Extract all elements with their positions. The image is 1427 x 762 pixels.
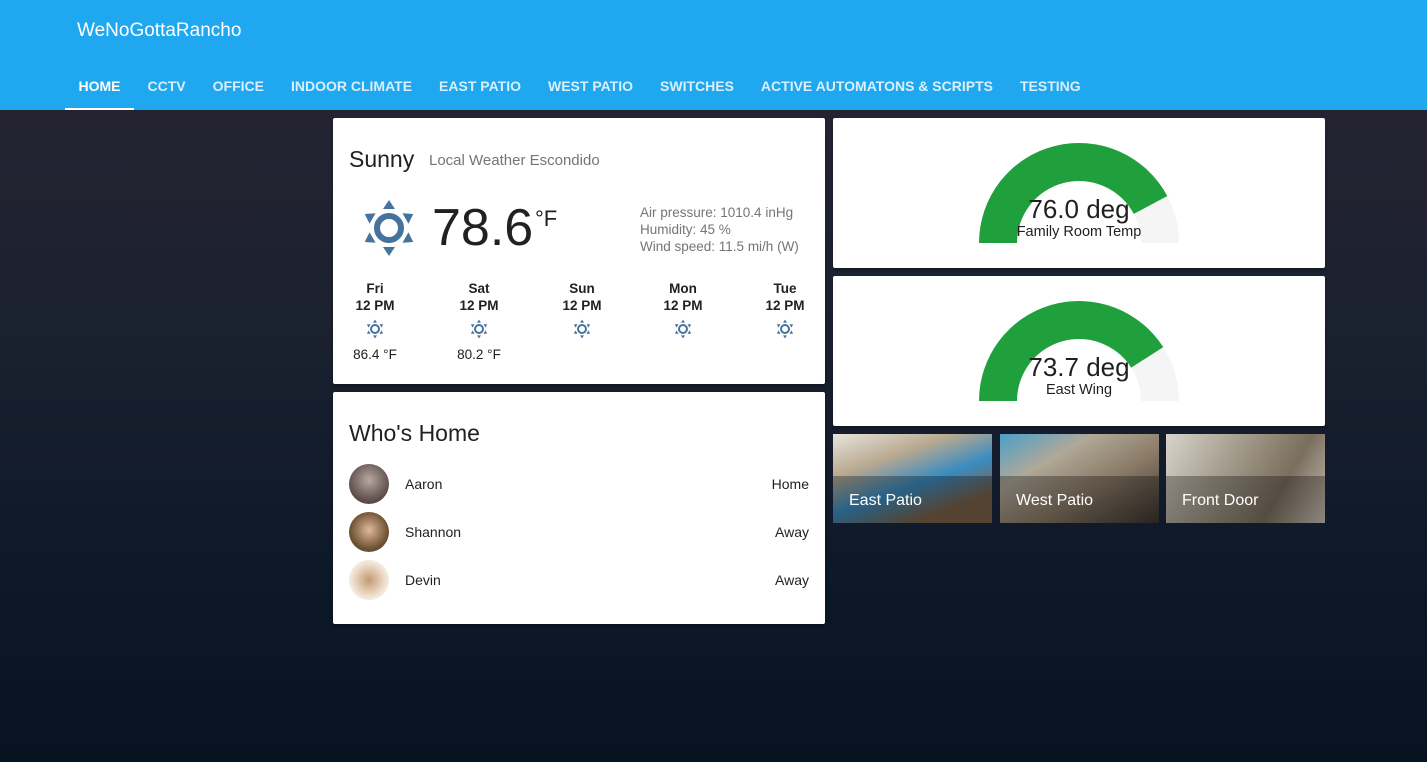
air-pressure: Air pressure: 1010.4 inHg <box>640 205 794 220</box>
person-row[interactable]: Devin Away <box>349 560 809 600</box>
temperature-unit: °F <box>535 206 558 231</box>
tab-switches[interactable]: SWITCHES <box>647 66 748 110</box>
forecast-item: Sun 12 PM <box>552 280 612 341</box>
app-title: WeNoGottaRancho <box>77 20 242 41</box>
current-temperature: 78.6 <box>432 199 534 257</box>
forecast-time: 12 PM <box>459 298 499 313</box>
camera-east-patio[interactable]: East Patio <box>833 434 992 523</box>
camera-label: Front Door <box>1166 476 1325 523</box>
person-state: Home <box>771 476 809 492</box>
forecast-item: Sat 12 PM 80.2 °F <box>449 280 509 362</box>
weather-card[interactable]: Sunny Local Weather Escondido 78.6 °F Ai… <box>333 118 825 384</box>
tab-home[interactable]: HOME <box>65 66 134 110</box>
avatar <box>349 560 389 600</box>
person-name: Devin <box>405 572 441 588</box>
sunny-icon <box>345 319 405 341</box>
gauge-card-family-room[interactable]: 76.0 deg Family Room Temp <box>833 118 1325 268</box>
humidity: Humidity: 45 % <box>640 222 731 237</box>
whos-home-card: Who's Home Aaron Home Shannon Away Devin Aw… <box>333 392 825 624</box>
camera-label: West Patio <box>1000 476 1159 523</box>
app-header: WeNoGottaRancho HOME CCTV OFFICE INDOOR … <box>0 0 1427 110</box>
forecast-time: 12 PM <box>663 298 703 313</box>
forecast-day: Fri <box>366 281 384 296</box>
gauge-label: East Wing <box>1045 382 1113 398</box>
avatar <box>349 464 389 504</box>
sunny-icon <box>552 319 612 341</box>
camera-front-door[interactable]: Front Door <box>1166 434 1325 523</box>
person-state: Away <box>775 572 809 588</box>
sunny-icon <box>755 319 815 341</box>
gauge-card-east-wing[interactable]: 73.7 deg East Wing <box>833 276 1325 426</box>
tab-office[interactable]: OFFICE <box>199 66 277 110</box>
weather-attributes: Air pressure: 1010.4 inHg Humidity: 45 %… <box>640 204 799 255</box>
tab-automations[interactable]: ACTIVE AUTOMATONS & SCRIPTS <box>747 66 1006 110</box>
forecast-item: Tue 12 PM <box>755 280 815 341</box>
person-row[interactable]: Shannon Away <box>349 512 809 552</box>
weather-name: Local Weather Escondido <box>429 152 600 169</box>
person-row[interactable]: Aaron Home <box>349 464 809 504</box>
camera-west-patio[interactable]: West Patio <box>1000 434 1159 523</box>
forecast-day: Mon <box>669 281 697 296</box>
forecast-temp: 80.2 °F <box>457 347 501 362</box>
tab-west-patio[interactable]: WEST PATIO <box>534 66 646 110</box>
tab-east-patio[interactable]: EAST PATIO <box>426 66 535 110</box>
forecast-day: Sat <box>468 281 490 296</box>
forecast-item: Fri 12 PM 86.4 °F <box>345 280 405 362</box>
gauge-arc <box>979 142 1179 243</box>
view-tabs: HOME CCTV OFFICE INDOOR CLIMATE EAST PAT… <box>65 66 1094 110</box>
gauge-arc <box>979 300 1179 401</box>
sunny-icon <box>359 198 419 263</box>
forecast-temp: 86.4 °F <box>353 347 397 362</box>
avatar <box>349 512 389 552</box>
forecast-time: 12 PM <box>765 298 805 313</box>
camera-label: East Patio <box>833 476 992 523</box>
forecast-day: Sun <box>569 281 595 296</box>
card-title: Who's Home <box>349 420 480 446</box>
weather-condition: Sunny <box>349 146 415 172</box>
sunny-icon <box>653 319 713 341</box>
gauge-value: 73.7 deg <box>1028 352 1130 382</box>
gauge-label: Family Room Temp <box>1016 224 1142 240</box>
person-name: Shannon <box>405 524 462 540</box>
sunny-icon <box>449 319 509 341</box>
wind-speed: Wind speed: 11.5 mi/h (W) <box>640 239 799 254</box>
person-state: Away <box>775 524 809 540</box>
tab-indoor-climate[interactable]: INDOOR CLIMATE <box>277 66 425 110</box>
forecast-time: 12 PM <box>355 298 395 313</box>
gauge-value: 76.0 deg <box>1028 194 1130 224</box>
person-name: Aaron <box>405 476 443 492</box>
forecast-time: 12 PM <box>562 298 602 313</box>
tab-cctv[interactable]: CCTV <box>134 66 199 110</box>
forecast-day: Tue <box>773 281 797 296</box>
forecast-item: Mon 12 PM <box>653 280 713 341</box>
tab-testing[interactable]: TESTING <box>1006 66 1094 110</box>
